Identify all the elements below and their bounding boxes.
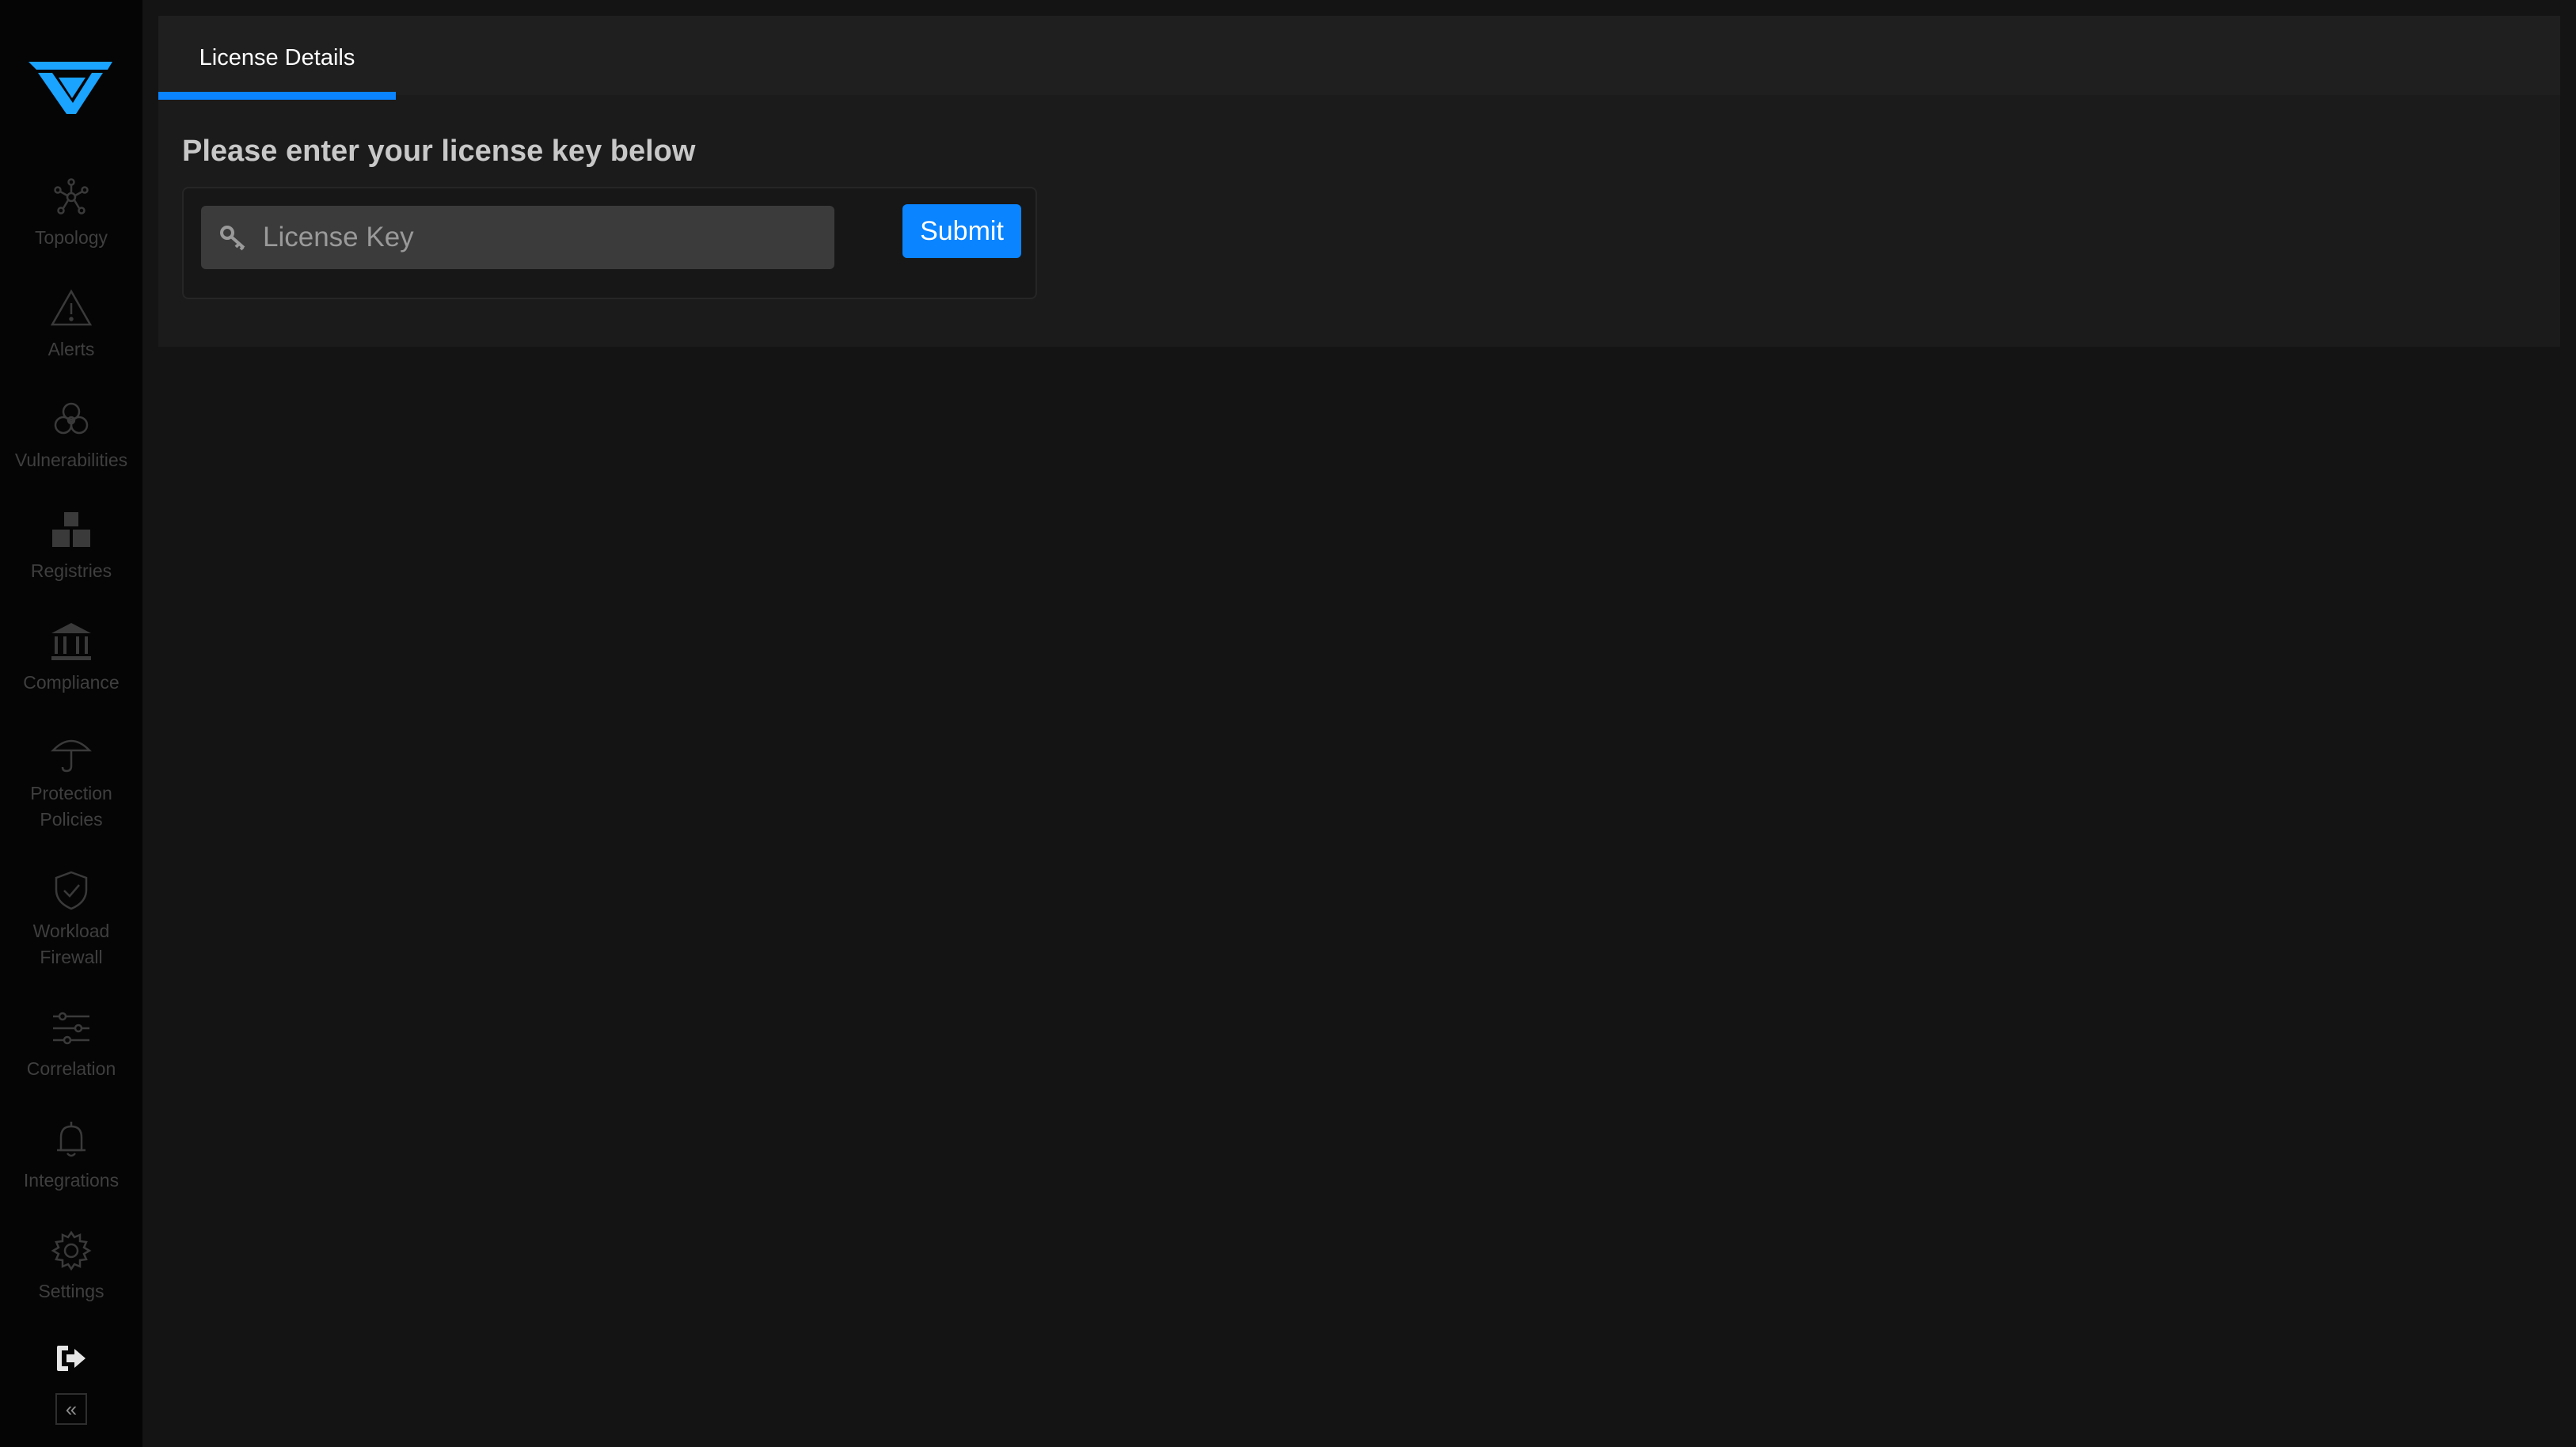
sidebar-item-label: Protection Policies: [30, 783, 112, 830]
license-panel: License Details Please enter your licens…: [158, 16, 2560, 347]
sidebar-item-label: Workload Firewall: [32, 921, 110, 967]
sidebar-item-label: Integrations: [23, 1170, 120, 1191]
sidebar-item-correlation[interactable]: Correlation: [0, 1007, 142, 1082]
sliders-icon: [50, 1007, 93, 1050]
app-root: Topology Alerts Vulnerabilities Registri…: [0, 0, 2576, 1447]
umbrella-icon: [50, 731, 93, 774]
sidebar-item-alerts[interactable]: Alerts: [0, 287, 142, 363]
deepfence-logo-icon[interactable]: [28, 57, 112, 114]
collapse-sidebar-button[interactable]: «: [55, 1393, 87, 1425]
key-icon: [220, 226, 245, 251]
biohazard-icon: [50, 398, 93, 441]
sidebar-item-label: Registries: [30, 560, 112, 581]
active-tab-indicator: [158, 92, 396, 100]
sidebar-item-label: Compliance: [23, 672, 120, 693]
institution-icon: [50, 621, 93, 663]
sidebar-item-label: Topology: [34, 227, 108, 248]
submit-button[interactable]: Submit: [902, 204, 1021, 258]
sidebar-item-integrations[interactable]: Integrations: [0, 1118, 142, 1194]
tab-label: License Details: [199, 44, 355, 70]
sidebar-item-vulnerabilities[interactable]: Vulnerabilities: [0, 398, 142, 473]
sidebar-item-protection-policies[interactable]: Protection Policies: [0, 731, 142, 833]
topology-icon: [50, 176, 93, 218]
chevrons-left-icon: «: [65, 1396, 78, 1421]
logout-icon[interactable]: [54, 1343, 89, 1374]
alert-triangle-icon: [50, 287, 93, 330]
license-key-input[interactable]: [249, 206, 834, 269]
sidebar-item-compliance[interactable]: Compliance: [0, 621, 142, 696]
tab-license-details[interactable]: License Details: [158, 16, 396, 100]
shield-check-icon: [50, 869, 93, 912]
bell-icon: [50, 1118, 93, 1161]
license-form: Submit: [182, 187, 1037, 299]
sidebar-item-workload-firewall[interactable]: Workload Firewall: [0, 869, 142, 970]
tab-bar: License Details: [158, 16, 2560, 100]
license-key-field[interactable]: [201, 206, 834, 269]
sidebar: Topology Alerts Vulnerabilities Registri…: [0, 0, 142, 1447]
sidebar-item-label: Correlation: [26, 1058, 116, 1079]
registries-boxes-icon: [50, 509, 93, 552]
sidebar-item-registries[interactable]: Registries: [0, 509, 142, 584]
sidebar-item-label: Settings: [38, 1281, 104, 1301]
gear-icon: [50, 1229, 93, 1272]
sidebar-item-label: Vulnerabilities: [14, 450, 128, 470]
sidebar-item-label: Alerts: [47, 339, 95, 359]
sidebar-item-topology[interactable]: Topology: [0, 176, 142, 251]
page-heading: Please enter your license key below: [182, 135, 696, 168]
sidebar-item-settings[interactable]: Settings: [0, 1229, 142, 1305]
